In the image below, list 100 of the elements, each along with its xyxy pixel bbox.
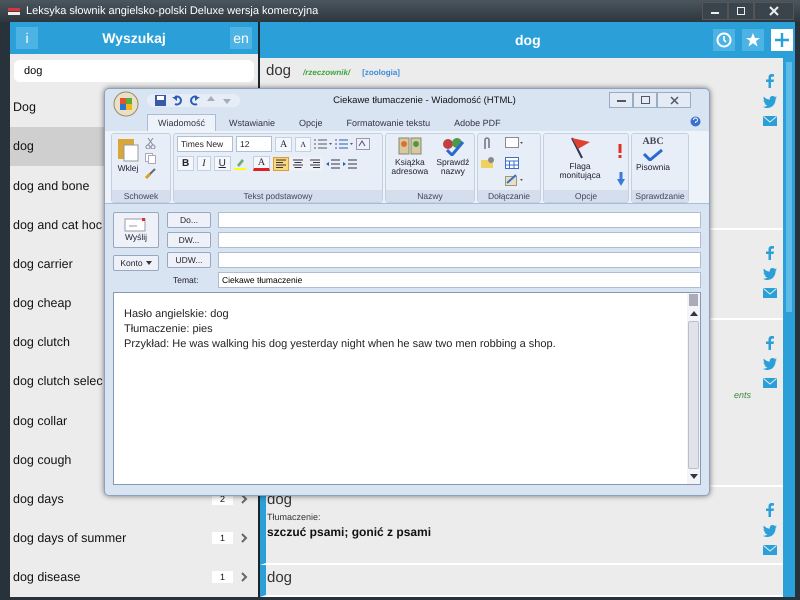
group-label: Dołączanie [478, 190, 540, 202]
save-icon[interactable] [155, 94, 166, 106]
brush-icon[interactable] [145, 168, 156, 179]
bcc-field[interactable] [218, 252, 701, 268]
to-button[interactable]: Do... [167, 212, 211, 228]
group-label: Schowek [112, 190, 170, 202]
add-button[interactable] [771, 29, 793, 51]
bcc-button[interactable]: UDW... [167, 252, 211, 268]
check-names-button[interactable]: Sprawdź nazwy [434, 136, 471, 177]
font-color-button[interactable]: A [252, 156, 270, 171]
card-icon[interactable] [505, 137, 523, 149]
chevron-icon [241, 572, 248, 582]
send-button[interactable]: Wyślij [113, 212, 159, 248]
headword: dog [267, 569, 292, 586]
grow-font-button[interactable]: A [275, 136, 292, 152]
ribbon-tab[interactable]: Adobe PDF [443, 114, 512, 131]
close-button[interactable] [657, 92, 691, 108]
paperclip-icon[interactable] [481, 137, 493, 151]
scrollbar[interactable] [687, 293, 700, 484]
result-item[interactable]: dog days of summer 1 [10, 518, 258, 558]
facebook-icon[interactable] [766, 336, 774, 350]
people-check-icon [440, 136, 465, 156]
facebook-icon[interactable] [766, 503, 774, 517]
message-line: Hasło angielskie: dog [124, 307, 230, 322]
calendar-icon[interactable] [505, 156, 519, 169]
office-orb-icon[interactable] [113, 91, 139, 117]
down-arrow-icon[interactable] [617, 172, 625, 186]
flag-button[interactable]: Flaga monitująca [547, 136, 613, 181]
example-text: ents [734, 390, 751, 400]
styles-icon[interactable] [356, 138, 370, 150]
paste-button[interactable]: Wklej [115, 136, 141, 174]
font-dropdown[interactable]: Times New [177, 136, 233, 152]
indent-icon[interactable] [343, 158, 358, 170]
numbering-icon[interactable] [335, 138, 354, 150]
minimize-button[interactable] [702, 2, 728, 20]
history-button[interactable] [713, 29, 735, 51]
facebook-icon[interactable] [766, 246, 774, 260]
align-icon[interactable] [273, 156, 290, 170]
redo-icon[interactable] [189, 94, 200, 106]
maximize-icon [736, 7, 746, 15]
outdent-icon[interactable] [326, 158, 340, 170]
star-button[interactable] [742, 29, 764, 51]
ribbon-tab[interactable]: Wstawianie [218, 114, 286, 131]
scroll-down-icon[interactable] [690, 474, 698, 479]
exclamation-icon[interactable] [617, 144, 623, 158]
domain-tag: [zoologia] [362, 68, 400, 77]
bird-icon[interactable] [763, 358, 777, 370]
ribbon-tab[interactable]: Opcje [288, 114, 334, 131]
subject-label: Temat: [172, 275, 200, 285]
cc-field[interactable] [218, 232, 701, 248]
restore-icon [640, 96, 650, 104]
cc-button[interactable]: DW... [167, 232, 211, 248]
address-book-icon [398, 136, 422, 156]
scrollbar[interactable] [783, 58, 795, 597]
group-label: Sprawdzanie [632, 190, 688, 202]
chevron-icon [241, 533, 248, 544]
mail-icon[interactable] [763, 378, 777, 388]
bold-button[interactable]: B [177, 156, 194, 171]
scissors-icon[interactable] [145, 138, 156, 149]
message-body[interactable]: Hasło angielskie: dog Tłumaczenie: pies Przykład: He was walking his dog yesterday night when he saw two men robbing a shop. [113, 292, 701, 485]
group-label: Opcje [544, 190, 628, 202]
spelling-button[interactable]: ABC Pisownia [635, 136, 672, 172]
app-icon [8, 6, 20, 16]
caret-icon [146, 261, 152, 265]
address-book-button[interactable]: Książka adresowa [389, 136, 431, 177]
headword: dog [266, 62, 292, 79]
bird-icon[interactable] [763, 525, 777, 537]
ribbon-tab[interactable]: Formatowanie tekstu [336, 114, 442, 131]
ribbon-tab[interactable]: Wiadomość [147, 114, 216, 131]
facebook-icon[interactable] [766, 74, 774, 88]
copy-icon[interactable] [145, 153, 156, 164]
group-label: Nazwy [386, 190, 474, 202]
bullets-icon[interactable] [314, 138, 332, 150]
part-of-speech: /rzeczownik/ [303, 68, 350, 77]
search-field[interactable]: dog [14, 60, 254, 82]
italic-button[interactable]: I [197, 156, 211, 171]
shrink-font-button[interactable]: A [295, 136, 312, 152]
underline-button[interactable]: U [214, 156, 231, 171]
help-icon[interactable] [690, 116, 701, 127]
message-line: Tłumaczenie: pies [124, 322, 214, 337]
signature-icon[interactable] [505, 174, 523, 186]
scroll-up-icon[interactable] [690, 311, 698, 316]
mail-icon[interactable] [763, 116, 777, 126]
size-dropdown[interactable]: 12 [236, 136, 272, 152]
maximize-button[interactable] [728, 2, 754, 20]
window-title: Leksyka słownik angielsko-polski Deluxe wersja komercyjna [26, 5, 318, 17]
close-button[interactable] [754, 2, 794, 20]
minimize-button[interactable] [609, 92, 633, 108]
subject-field[interactable]: Ciekawe tłumaczenie [218, 272, 701, 288]
mail-icon[interactable] [763, 545, 777, 555]
headword: dog [267, 491, 292, 508]
mail-icon[interactable] [763, 288, 777, 298]
undo-icon[interactable] [172, 94, 183, 106]
chevron-icon [241, 494, 248, 504]
bird-icon[interactable] [763, 268, 777, 280]
to-field[interactable] [218, 212, 701, 228]
bird-icon[interactable] [763, 96, 777, 108]
result-item[interactable]: dog disease 1 [10, 558, 258, 597]
account-button[interactable]: Konto [113, 255, 159, 271]
restore-button[interactable] [633, 92, 657, 108]
